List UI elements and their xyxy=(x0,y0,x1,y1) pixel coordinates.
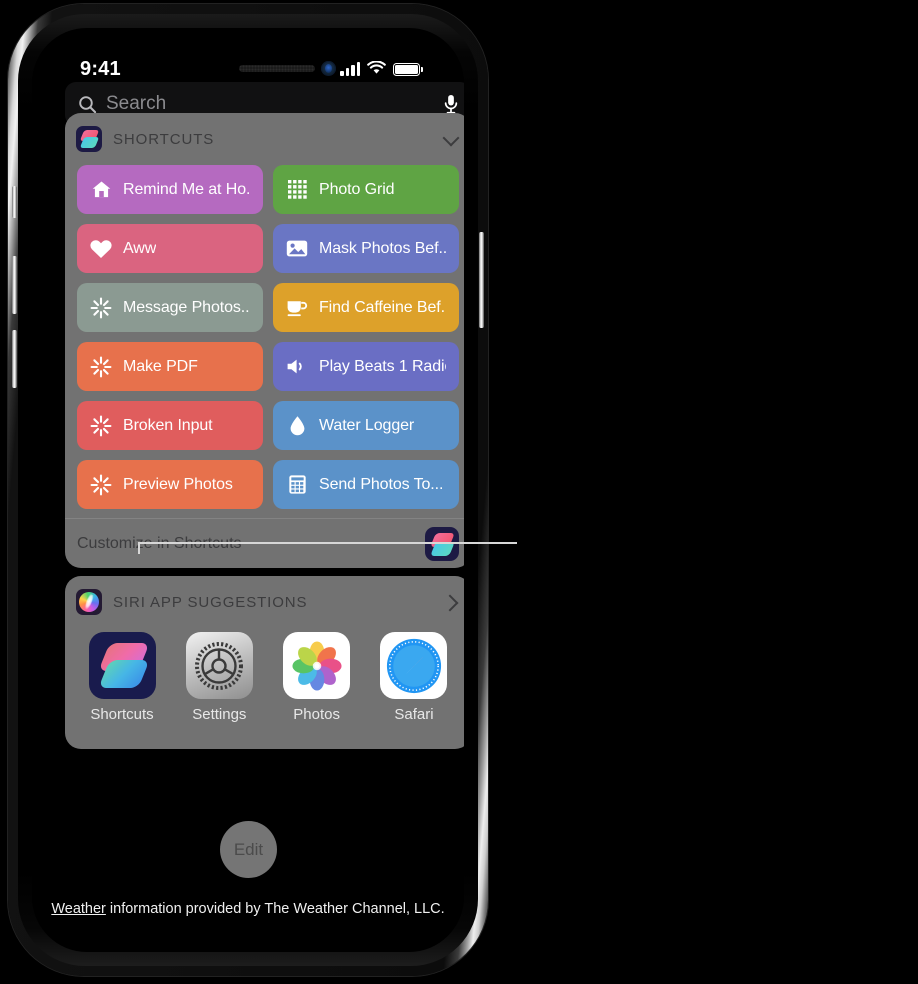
shortcut-tile[interactable]: Broken Input xyxy=(77,401,263,450)
weather-link[interactable]: Weather xyxy=(51,901,106,917)
siri-app-suggestions-widget[interactable]: SIRI APP SUGGESTIONS Shortcuts Settings … xyxy=(65,576,464,749)
photo-icon xyxy=(286,238,308,260)
side-power-button[interactable] xyxy=(479,232,484,328)
speaker-icon xyxy=(286,356,308,378)
volume-up-button[interactable] xyxy=(12,256,17,314)
shortcut-tile[interactable]: Send Photos To... xyxy=(273,460,459,509)
shortcut-tile-label: Photo Grid xyxy=(319,180,395,198)
shortcut-tile[interactable]: Remind Me at Ho... xyxy=(77,165,263,214)
shortcut-tile[interactable]: Preview Photos xyxy=(77,460,263,509)
house-icon xyxy=(90,179,112,201)
shortcut-tile-label: Mask Photos Bef... xyxy=(319,239,446,257)
shortcuts-widget[interactable]: SHORTCUTS Remind Me at Ho... Photo Grid Aw… xyxy=(65,113,464,568)
shortcuts-tile-grid: Remind Me at Ho... Photo Grid Aww Mask Phot… xyxy=(65,165,464,509)
shortcut-tile-label: Message Photos... xyxy=(123,298,250,316)
siri-widget-header[interactable]: SIRI APP SUGGESTIONS xyxy=(65,576,464,628)
shortcut-tile[interactable]: Aww xyxy=(77,224,263,273)
cellular-bars-icon xyxy=(340,62,360,76)
shortcut-tile-label: Remind Me at Ho... xyxy=(123,180,250,198)
customize-in-shortcuts-row[interactable]: Customize in Shortcuts xyxy=(65,518,464,568)
shortcuts-app-icon xyxy=(76,126,102,152)
shortcut-tile-label: Play Beats 1 Radio xyxy=(319,357,446,375)
chevron-right-icon[interactable] xyxy=(444,595,459,610)
weather-attribution-text: information provided by The Weather Chan… xyxy=(105,901,445,917)
calculator-icon xyxy=(286,474,308,496)
shortcut-tile-label: Find Caffeine Bef... xyxy=(319,298,446,316)
weather-attribution: Weather information provided by The Weat… xyxy=(32,901,464,917)
wifi-icon xyxy=(367,61,386,75)
shortcut-tile[interactable]: Water Logger xyxy=(273,401,459,450)
safari-compass-icon xyxy=(380,632,448,699)
siri-app-photos[interactable]: Photos xyxy=(282,632,352,723)
siri-app-shortcuts[interactable]: Shortcuts xyxy=(87,632,157,723)
water-drop-icon xyxy=(286,415,308,437)
chevron-down-icon[interactable] xyxy=(444,132,459,147)
siri-app-safari[interactable]: Safari xyxy=(379,632,449,723)
siri-icon xyxy=(76,589,102,615)
app-label: Shortcuts xyxy=(90,706,154,723)
shortcut-tile[interactable]: Play Beats 1 Radio xyxy=(273,342,459,391)
sparkle-icon xyxy=(90,297,112,319)
sparkle-icon xyxy=(90,356,112,378)
shortcut-tile-label: Make PDF xyxy=(123,357,198,375)
settings-gear-icon xyxy=(185,632,253,699)
shortcut-tile-label: Broken Input xyxy=(123,416,213,434)
siri-widget-title: SIRI APP SUGGESTIONS xyxy=(113,593,308,611)
search-icon xyxy=(78,95,97,114)
customize-label: Customize in Shortcuts xyxy=(77,534,242,552)
edit-button-label: Edit xyxy=(233,839,264,859)
app-label: Photos xyxy=(293,706,340,723)
shortcut-tile-label: Preview Photos xyxy=(123,475,233,493)
battery-full-icon xyxy=(393,63,423,76)
siri-app-settings[interactable]: Settings xyxy=(184,632,254,723)
search-placeholder: Search xyxy=(106,93,167,114)
sparkle-icon xyxy=(90,415,112,437)
shortcut-tile[interactable]: Photo Grid xyxy=(273,165,459,214)
shortcut-tile-label: Water Logger xyxy=(319,416,415,434)
heart-icon xyxy=(90,238,112,260)
shortcut-tile[interactable]: Find Caffeine Bef... xyxy=(273,283,459,332)
shortcuts-widget-header[interactable]: SHORTCUTS xyxy=(65,113,464,165)
shortcut-tile-label: Aww xyxy=(123,239,157,257)
volume-down-button[interactable] xyxy=(12,330,17,388)
shortcuts-app-icon[interactable] xyxy=(425,526,459,561)
sparkle-icon xyxy=(90,474,112,496)
status-bar-indicators xyxy=(340,61,423,76)
shortcut-tile[interactable]: Message Photos... xyxy=(77,283,263,332)
photos-app-icon xyxy=(283,632,351,699)
shortcuts-app-icon xyxy=(88,632,156,699)
shortcut-tile[interactable]: Mask Photos Bef... xyxy=(273,224,459,273)
shortcut-tile[interactable]: Make PDF xyxy=(77,342,263,391)
siri-app-list: Shortcuts Settings Photos Safari xyxy=(65,628,464,723)
iphone-screen: 9:41 Search SHORTCUTS Remind Me at Ho...… xyxy=(32,28,464,952)
edit-button[interactable]: Edit xyxy=(220,821,277,878)
status-bar-time: 9:41 xyxy=(80,58,121,80)
coffee-cup-icon xyxy=(286,297,308,319)
device-bezel: 9:41 Search SHORTCUTS Remind Me at Ho...… xyxy=(18,14,478,966)
grid-dots-icon xyxy=(286,179,308,201)
silent-switch[interactable] xyxy=(12,186,17,218)
iphone-device-frame: 9:41 Search SHORTCUTS Remind Me at Ho...… xyxy=(8,4,488,976)
microphone-icon[interactable] xyxy=(443,94,459,115)
shortcuts-widget-title: SHORTCUTS xyxy=(113,130,215,148)
app-label: Settings xyxy=(192,706,247,723)
app-label: Safari xyxy=(394,706,434,723)
shortcut-tile-label: Send Photos To... xyxy=(319,475,444,493)
